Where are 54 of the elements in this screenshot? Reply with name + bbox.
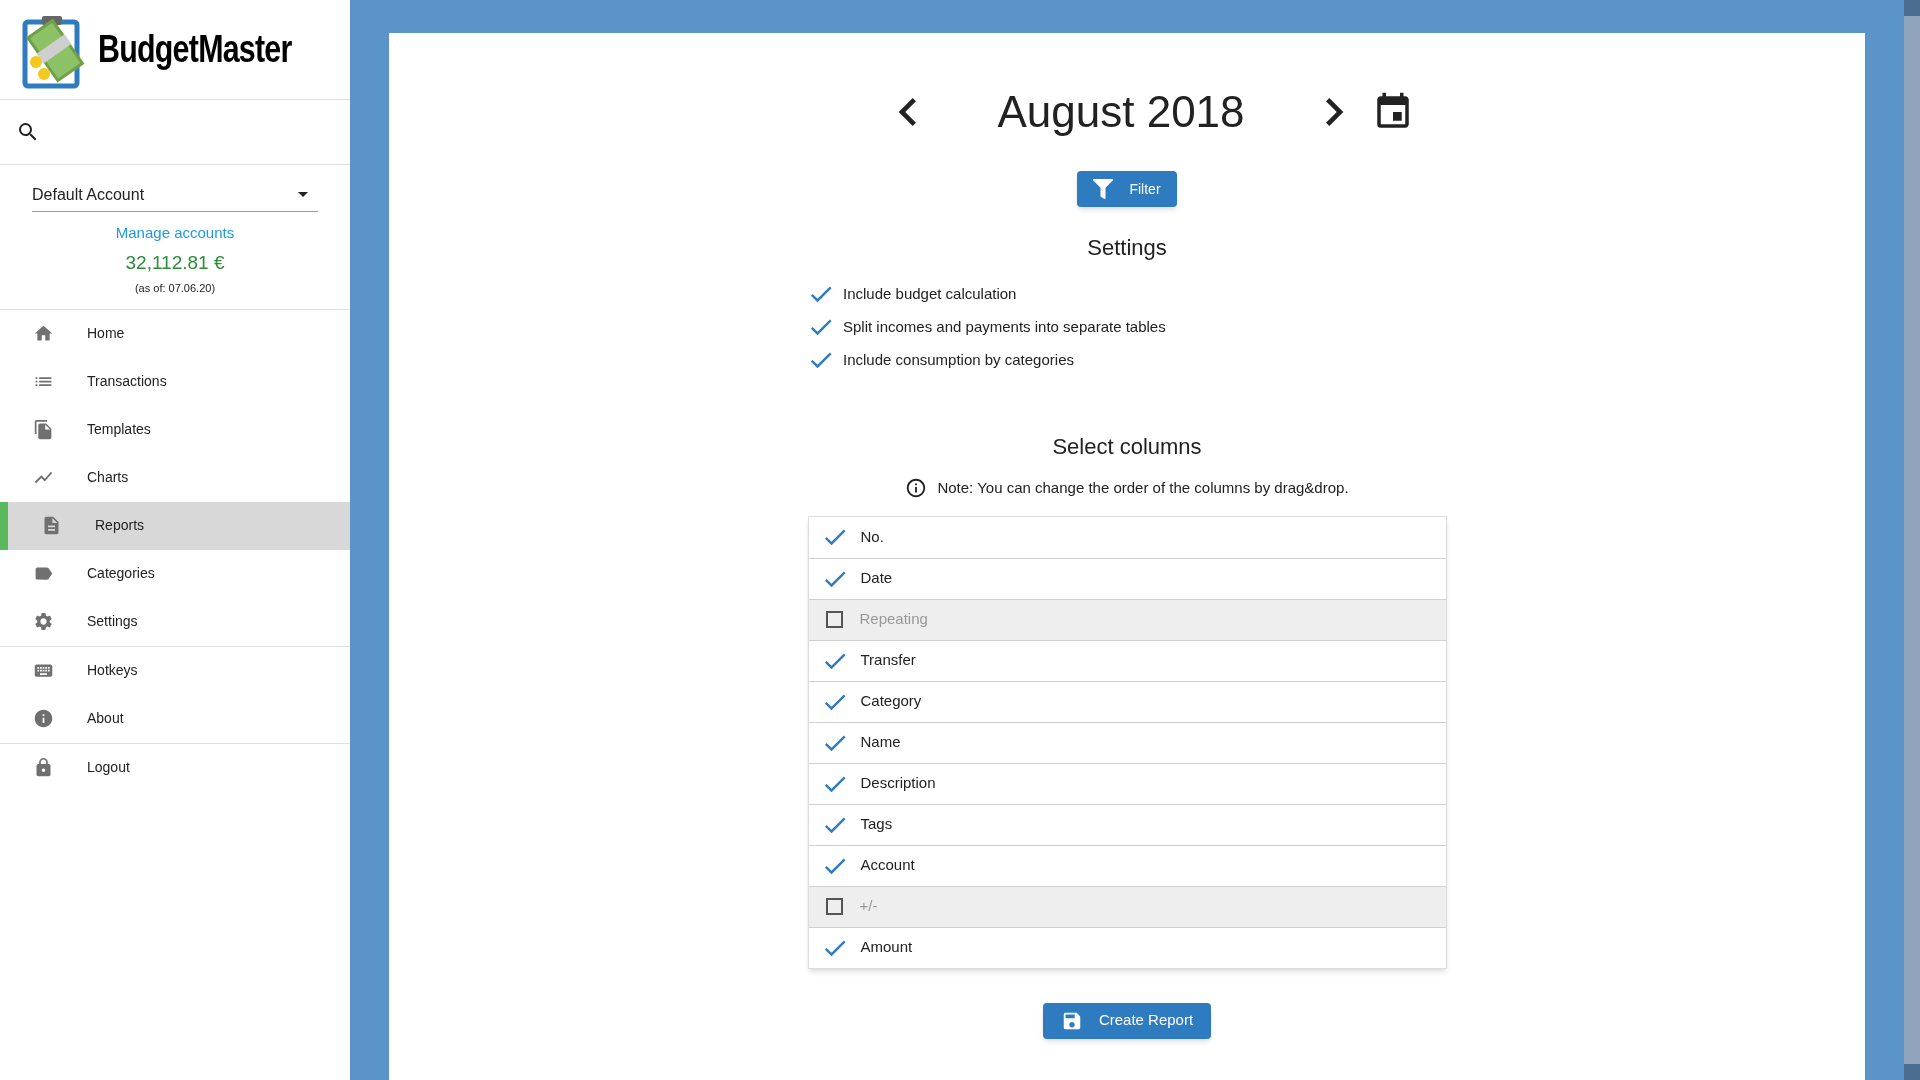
column-row[interactable]: Transfer <box>808 639 1446 681</box>
nav-item[interactable]: Categories <box>0 549 350 598</box>
scrollbar[interactable] <box>1904 0 1920 1080</box>
nav-item[interactable]: Templates <box>0 405 350 454</box>
column-label: Description <box>860 773 936 794</box>
column-label: Amount <box>860 937 913 958</box>
column-label: Category <box>860 691 922 712</box>
document-icon <box>41 515 62 536</box>
nav-item[interactable]: Transactions <box>0 357 350 406</box>
create-report-button[interactable]: Create Report <box>1042 1002 1212 1039</box>
column-row[interactable]: Amount <box>808 926 1446 968</box>
app-title: BudgetMaster <box>98 27 292 72</box>
settings-heading: Settings <box>1087 234 1167 262</box>
nav-item[interactable]: Charts <box>0 453 350 502</box>
info-icon <box>33 708 54 729</box>
setting-label: Split incomes and payments into separate tables <box>843 316 1166 337</box>
filter-button[interactable]: Filter <box>1077 171 1177 207</box>
column-label: Account <box>860 855 915 876</box>
info-icon <box>905 477 928 500</box>
filter-icon <box>1093 179 1114 199</box>
setting-label: Include consumption by categories <box>843 349 1074 370</box>
nav-item[interactable]: Home <box>0 309 350 358</box>
account-select[interactable]: Default Account <box>32 178 318 212</box>
nav-item[interactable]: Settings <box>0 597 350 646</box>
nav-item[interactable]: Hotkeys <box>0 646 350 695</box>
note-text: Note: You can change the order of the columns by drag&drop. <box>937 478 1349 498</box>
column-label: Tags <box>860 814 893 835</box>
column-label: Transfer <box>860 650 916 671</box>
setting-label: Include budget calculation <box>843 283 1017 304</box>
column-row[interactable]: Category <box>808 680 1446 722</box>
month-title: August 2018 <box>996 86 1246 138</box>
column-label: Name <box>860 732 901 753</box>
column-row[interactable]: Tags <box>808 803 1446 845</box>
column-row[interactable]: Account <box>808 844 1446 886</box>
nav-item[interactable]: Logout <box>0 743 350 792</box>
column-label: Repeating <box>859 609 928 630</box>
settings-icon <box>33 611 54 632</box>
column-row[interactable]: Description <box>808 762 1446 804</box>
columns-heading: Select columns <box>1052 433 1202 461</box>
dropdown-icon <box>298 192 308 197</box>
account-balance: 32,112.81 € <box>125 250 225 275</box>
column-label: +/- <box>859 896 878 917</box>
column-row[interactable]: Name <box>808 721 1446 763</box>
column-label: Date <box>860 568 893 589</box>
documents-icon <box>33 419 54 440</box>
checkbox[interactable] <box>825 611 843 628</box>
checkbox[interactable] <box>825 898 843 915</box>
nav-item[interactable]: About <box>0 694 350 743</box>
column-row[interactable]: Date <box>808 557 1446 599</box>
home-icon <box>33 323 54 344</box>
nav-item[interactable]: Reports <box>0 501 350 550</box>
column-row[interactable]: No. <box>808 516 1446 558</box>
balance-date: (as of: 07.06.20) <box>134 281 216 296</box>
column-label: No. <box>860 526 884 547</box>
